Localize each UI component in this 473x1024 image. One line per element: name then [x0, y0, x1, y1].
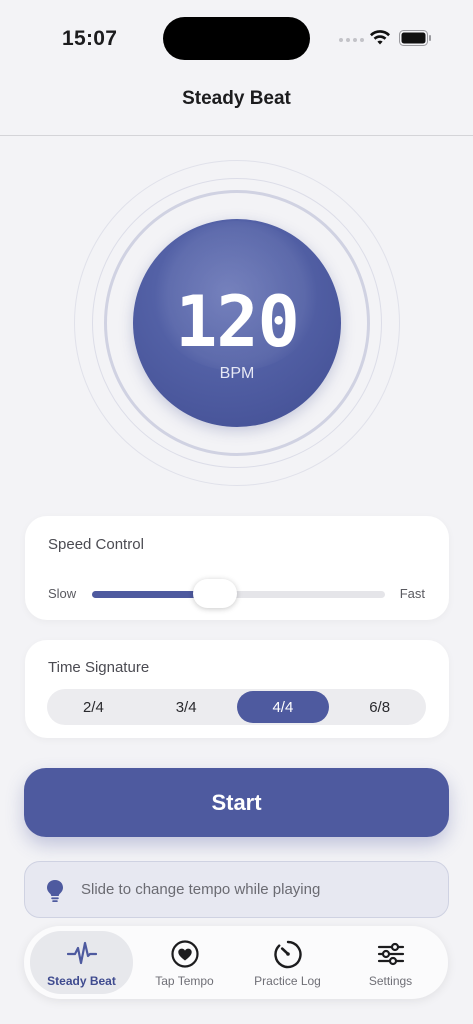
time-signature-option[interactable]: 2/4: [47, 689, 140, 725]
dynamic-island: [163, 17, 310, 60]
status-bar: 15:07: [0, 0, 473, 78]
lightbulb-icon: [47, 880, 63, 902]
time-signature-option[interactable]: 6/8: [333, 689, 426, 725]
battery-icon: [399, 30, 431, 46]
tab-settings[interactable]: Settings: [339, 931, 442, 994]
time-signature-title: Time Signature: [48, 659, 150, 676]
tab-label: Practice Log: [254, 974, 321, 988]
tab-steady-beat[interactable]: Steady Beat: [30, 931, 133, 994]
speed-slider-thumb[interactable]: [193, 579, 238, 608]
tab-practice-log[interactable]: Practice Log: [236, 931, 339, 994]
sliders-icon: [377, 942, 404, 966]
speed-control-card: Speed Control Slow Fast: [25, 516, 449, 620]
tab-tap-tempo[interactable]: Tap Tempo: [133, 931, 236, 994]
tab-label: Settings: [368, 974, 413, 988]
slider-min-label: Slow: [48, 586, 77, 601]
page-title: Steady Beat: [182, 88, 291, 109]
bpm-value: 120: [175, 281, 299, 363]
pulse-icon: [66, 941, 97, 965]
time-signature-option[interactable]: 3/4: [140, 689, 233, 725]
speed-control-title: Speed Control: [48, 536, 144, 553]
bpm-unit-label: BPM: [219, 365, 255, 382]
status-time: 15:07: [62, 27, 118, 50]
heart-icon: [170, 940, 199, 968]
tab-label: Tap Tempo: [155, 974, 214, 988]
cellular-signal-icon: [339, 38, 364, 42]
wifi-icon: [370, 30, 390, 45]
time-signature-option[interactable]: 4/4: [236, 691, 330, 723]
nav-divider: [0, 135, 473, 136]
time-signature-picker: 2/4 3/4 4/4 6/8: [47, 689, 426, 725]
tab-label: Steady Beat: [47, 974, 116, 988]
tab-bar: Steady Beat Tap Tempo Practice Log Setti…: [24, 926, 448, 999]
timer-icon: [273, 940, 302, 969]
slider-max-label: Fast: [399, 586, 425, 601]
hint-banner: Slide to change tempo while playing: [24, 861, 449, 918]
tempo-dial[interactable]: 120 BPM: [133, 219, 341, 427]
speed-slider-track[interactable]: [92, 591, 385, 598]
time-signature-card: Time Signature 2/4 3/4 4/4 6/8: [25, 640, 449, 738]
start-button[interactable]: Start: [24, 768, 449, 837]
hint-text: Slide to change tempo while playing: [81, 881, 321, 898]
